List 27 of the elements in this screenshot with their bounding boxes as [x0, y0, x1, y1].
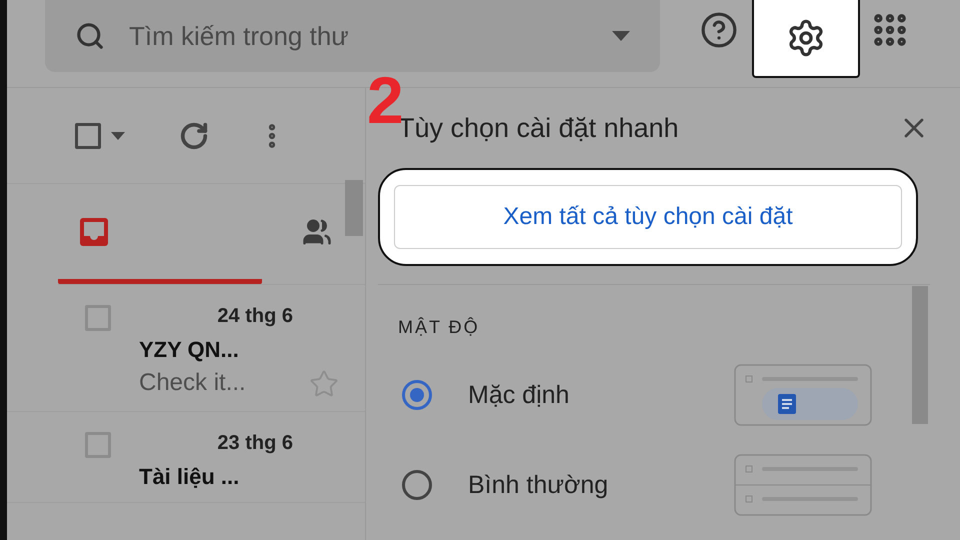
mail-snippet: Check it...: [139, 369, 247, 398]
option-label: Bình thường: [468, 470, 610, 500]
section-heading: MẬT ĐỘ: [397, 316, 481, 338]
mail-sender: Tài liệu ...: [139, 464, 240, 490]
mail-sender: YZY QN...: [139, 337, 240, 363]
people-icon: [302, 216, 332, 246]
radio-button[interactable]: [402, 470, 432, 500]
mail-date: 24 thg 6: [216, 305, 294, 329]
scrollbar[interactable]: [912, 286, 928, 424]
settings-button[interactable]: [752, 0, 860, 78]
mail-date: 23 thg 6: [216, 432, 294, 456]
search-input[interactable]: Tìm kiếm trong thư: [127, 20, 590, 52]
caret-icon: [111, 132, 125, 140]
dropdown-icon[interactable]: [612, 31, 630, 41]
search-field[interactable]: Tìm kiếm trong thư: [45, 0, 660, 72]
select-all-checkbox[interactable]: [75, 122, 101, 148]
radio-button[interactable]: [402, 380, 432, 410]
mail-checkbox[interactable]: [85, 305, 111, 331]
all-settings-button[interactable]: Xem tất cả tùy chọn cài đặt: [394, 185, 902, 249]
star-icon[interactable]: [309, 369, 339, 399]
search-icon: [75, 21, 105, 51]
help-icon[interactable]: [700, 11, 738, 49]
option-label: Mặc định: [468, 380, 570, 410]
scrollbar[interactable]: [345, 180, 363, 236]
inbox-icon: [78, 216, 110, 248]
mail-checkbox[interactable]: [85, 432, 111, 458]
refresh-icon[interactable]: [179, 120, 209, 150]
